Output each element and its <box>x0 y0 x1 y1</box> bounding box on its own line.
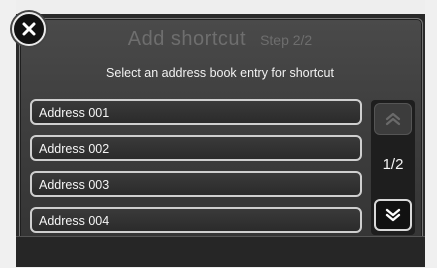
bottom-bar <box>16 236 425 267</box>
scroll-down-button[interactable] <box>374 199 412 231</box>
step-indicator: Step 2/2 <box>260 32 313 48</box>
close-button[interactable] <box>12 12 46 46</box>
bezel-right <box>425 0 437 268</box>
address-entry-002[interactable]: Address 002 <box>30 135 362 161</box>
close-icon <box>22 22 36 36</box>
page-indicator: 1/2 <box>382 156 404 173</box>
dialog-instruction: Select an address book entry for shortcu… <box>106 66 334 80</box>
double-chevron-up-icon <box>385 112 401 126</box>
scroll-up-button[interactable] <box>374 103 412 135</box>
address-entry-label: Address 002 <box>39 142 110 156</box>
address-entry-004[interactable]: Address 004 <box>30 207 362 233</box>
address-entry-label: Address 003 <box>39 178 110 192</box>
screen: Add shortcut Step 2/2 Select an address b… <box>0 0 437 268</box>
pager: 1/2 <box>371 100 415 235</box>
address-entry-label: Address 004 <box>39 214 110 228</box>
address-entry-003[interactable]: Address 003 <box>30 171 362 197</box>
address-entry-label: Address 001 <box>39 106 110 120</box>
bezel-left <box>0 0 16 268</box>
double-chevron-down-icon <box>385 208 401 222</box>
address-entry-001[interactable]: Address 001 <box>30 99 362 125</box>
dialog-title: Add shortcut <box>127 28 247 50</box>
dialog-header: Add shortcut Step 2/2 <box>19 28 421 51</box>
